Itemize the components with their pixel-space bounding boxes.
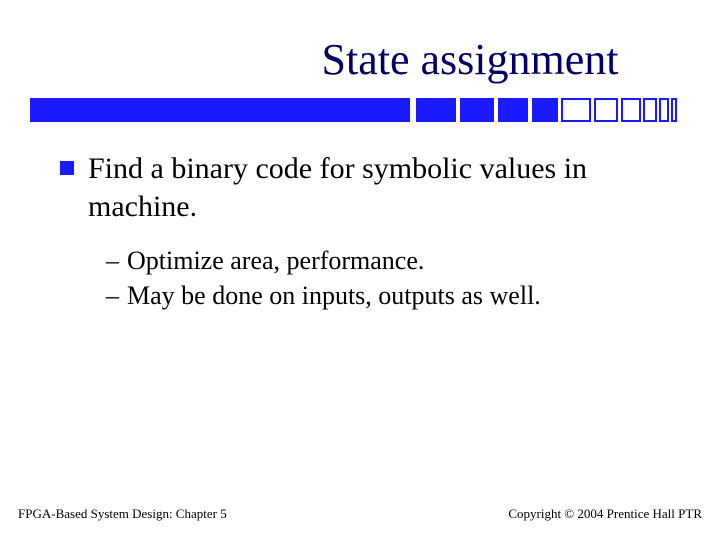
bullet-sub-item: – May be done on inputs, outputs as well… — [106, 278, 660, 313]
bar-box — [561, 98, 591, 122]
bullet-main-text: Find a binary code for symbolic values i… — [88, 150, 660, 225]
content-area: Find a binary code for symbolic values i… — [60, 150, 660, 313]
bar-box — [671, 98, 677, 122]
bar-box — [498, 98, 528, 122]
dash-icon: – — [106, 243, 119, 278]
bullet-sub-text: May be done on inputs, outputs as well. — [127, 278, 541, 313]
slide-title: State assignment — [0, 34, 720, 85]
bar-box — [659, 98, 669, 122]
square-bullet-icon — [60, 161, 74, 175]
bullet-sub-item: – Optimize area, performance. — [106, 243, 660, 278]
bar-box — [460, 98, 494, 122]
decorative-bar — [30, 98, 692, 122]
slide: State assignment Find a binary code for … — [0, 0, 720, 540]
bar-solid — [30, 98, 410, 122]
bar-box — [416, 98, 456, 122]
bar-box — [643, 98, 657, 122]
bullet-sub-text: Optimize area, performance. — [127, 243, 424, 278]
bar-box — [594, 98, 618, 122]
footer-left: FPGA-Based System Design: Chapter 5 — [18, 506, 227, 522]
dash-icon: – — [106, 278, 119, 313]
bar-boxes — [416, 98, 677, 122]
bullet-level2-group: – Optimize area, performance. – May be d… — [106, 243, 660, 313]
bar-box — [532, 98, 558, 122]
footer-right: Copyright © 2004 Prentice Hall PTR — [508, 506, 702, 522]
bullet-level1: Find a binary code for symbolic values i… — [60, 150, 660, 225]
bar-box — [621, 98, 641, 122]
